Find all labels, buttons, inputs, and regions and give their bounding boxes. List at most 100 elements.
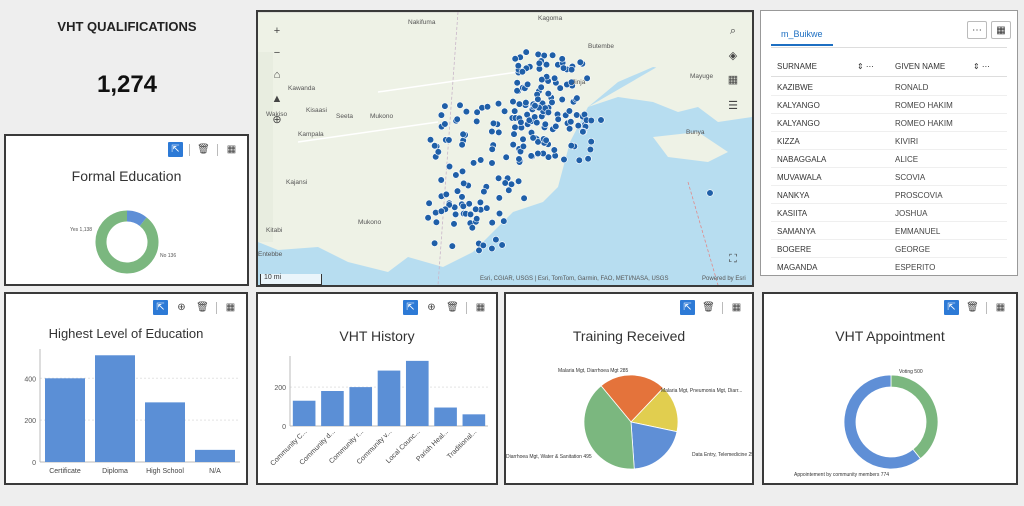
map-pin (514, 62, 522, 70)
map-panel[interactable]: Nakifuma Kagoma Butembe Jinja Kawanda Kisaasi… (256, 10, 754, 287)
col-surname[interactable]: SURNAME (777, 62, 817, 71)
compass-icon[interactable]: ▲ (268, 90, 286, 108)
map-pin (541, 120, 549, 128)
home-icon[interactable]: ⌂ (268, 66, 286, 84)
cell-surname: KALYANGO (777, 101, 820, 110)
map-pin (492, 236, 500, 244)
table-row[interactable]: BOGERE GEORGE (771, 240, 1007, 258)
bar[interactable] (45, 378, 85, 462)
table-row[interactable]: MUVAWALA SCOVIA (771, 168, 1007, 186)
sort-icon[interactable]: ⇕ ⋯ (857, 62, 874, 71)
training-pie-chart[interactable]: Malaria Mgt, Diarrhoea Mgt 285 Malaria Mg… (506, 294, 752, 483)
map-pin (488, 145, 496, 153)
map-pin (468, 224, 476, 232)
map-pin (552, 122, 560, 130)
cell-surname: SAMANYA (777, 227, 816, 236)
col-given[interactable]: GIVEN NAME (895, 62, 945, 71)
map-pin (534, 149, 542, 158)
map-place-label: Kampala (298, 131, 324, 138)
map-pin (437, 111, 445, 119)
cell-given-name: EMMANUEL (895, 227, 941, 236)
vht-history-bar-chart[interactable]: 0200Community C...Community d...Communit… (258, 294, 496, 483)
table-options-button[interactable]: ⋯ (967, 21, 987, 39)
bar[interactable] (377, 370, 401, 426)
map-place-label: Bunya (686, 129, 705, 136)
pie-label: Malaria Mgt, Pneumonia Mgt, Diarr... (661, 388, 742, 394)
map-pin (473, 215, 481, 223)
bar[interactable] (195, 449, 235, 462)
table-row[interactable]: NANKYA PROSCOVIA (771, 186, 1007, 204)
label-no: No 136 (160, 253, 176, 259)
map-pin (509, 97, 517, 106)
map-canvas[interactable]: Nakifuma Kagoma Butembe Jinja Kawanda Kisaasi… (258, 12, 752, 285)
map-pin (515, 100, 524, 108)
map-pin (554, 115, 562, 123)
sort-icon[interactable]: ⇕ ⋯ (973, 62, 990, 71)
table-row[interactable]: KAZIBWE RONALD (771, 78, 1007, 96)
bar[interactable] (292, 400, 316, 426)
y-tick-label: 0 (32, 460, 36, 467)
bar[interactable] (462, 414, 486, 426)
x-tick-label: High School (146, 468, 184, 475)
cell-surname: MUVAWALA (777, 173, 822, 182)
bar[interactable] (95, 355, 135, 462)
search-icon[interactable]: ⌕ (724, 22, 742, 40)
y-tick-label: 0 (282, 424, 286, 431)
map-pin (524, 80, 532, 88)
map-pin (483, 204, 491, 212)
formal-education-donut[interactable]: Yes 1,138 No 136 (6, 136, 247, 284)
map-pin (473, 117, 481, 125)
map-pin (567, 118, 575, 126)
table-tab[interactable]: m_Buikwe (771, 25, 833, 46)
pie-slice[interactable] (890, 374, 939, 460)
map-pin (432, 218, 440, 226)
map-pin (431, 239, 439, 247)
table-layout-button[interactable]: ▦ (991, 21, 1011, 39)
table-icon[interactable]: ☰ (724, 96, 742, 114)
map-pin (517, 118, 525, 126)
bar[interactable] (349, 387, 373, 426)
map-pin (441, 120, 449, 128)
cell-given-name: ESPERITO (895, 263, 936, 272)
zoom-in-icon[interactable]: + (268, 22, 286, 40)
table-row[interactable]: KIZZA KIVIRI (771, 132, 1007, 150)
map-pin (515, 155, 523, 163)
map-pin (560, 155, 568, 164)
bar[interactable] (405, 360, 429, 426)
bar[interactable] (434, 407, 457, 426)
education-bar-chart[interactable]: 0 200 400 Certificate Diploma High School N/A (6, 294, 246, 483)
cell-surname: NABAGGALA (777, 155, 827, 164)
map-pin (448, 242, 456, 250)
locate-icon[interactable]: ⊕ (268, 110, 286, 128)
indicator-panel: VHT QUALIFICATIONS 1,274 (5, 5, 249, 129)
map-pin (568, 65, 576, 74)
map-place-label: Kitabi (266, 227, 282, 234)
table-row[interactable]: KALYANGO ROMEO HAKIM (771, 114, 1007, 132)
map-pin (498, 241, 506, 249)
map-place-label: Butembe (588, 43, 614, 50)
table-row[interactable]: KASIITA JOSHUA (771, 204, 1007, 222)
table-row[interactable]: MAGANDA ESPERITO (771, 258, 1007, 275)
map-pin (511, 123, 519, 131)
map-pin (502, 153, 510, 161)
layers-icon[interactable]: ◈ (724, 46, 742, 64)
map-pin (480, 188, 488, 196)
bar[interactable] (321, 391, 344, 426)
table-row[interactable]: KALYANGO ROMEO HAKIM (771, 96, 1007, 114)
basemap-icon[interactable]: ▦ (724, 70, 742, 88)
bar[interactable] (145, 402, 185, 462)
fullscreen-icon[interactable]: ⛶ (724, 250, 742, 268)
map-pin (586, 145, 595, 154)
map-pin (579, 128, 587, 136)
table-row[interactable]: NABAGGALA ALICE (771, 150, 1007, 168)
appointment-donut-chart[interactable]: Voting 500 Appointement by community memb… (764, 294, 1016, 483)
indicator-title: VHT QUALIFICATIONS (57, 19, 197, 34)
zoom-out-icon[interactable]: − (268, 44, 286, 62)
map-pin (488, 219, 496, 227)
map-pin (501, 179, 509, 187)
appointment-panel: ⇱ 🗑 ▦ VHT Appointment Voting 500 Appointe… (762, 292, 1018, 485)
map-pin (488, 127, 496, 136)
map-pin (437, 176, 445, 184)
table-row[interactable]: SAMANYA EMMANUEL (771, 222, 1007, 240)
map-pin (456, 101, 464, 109)
